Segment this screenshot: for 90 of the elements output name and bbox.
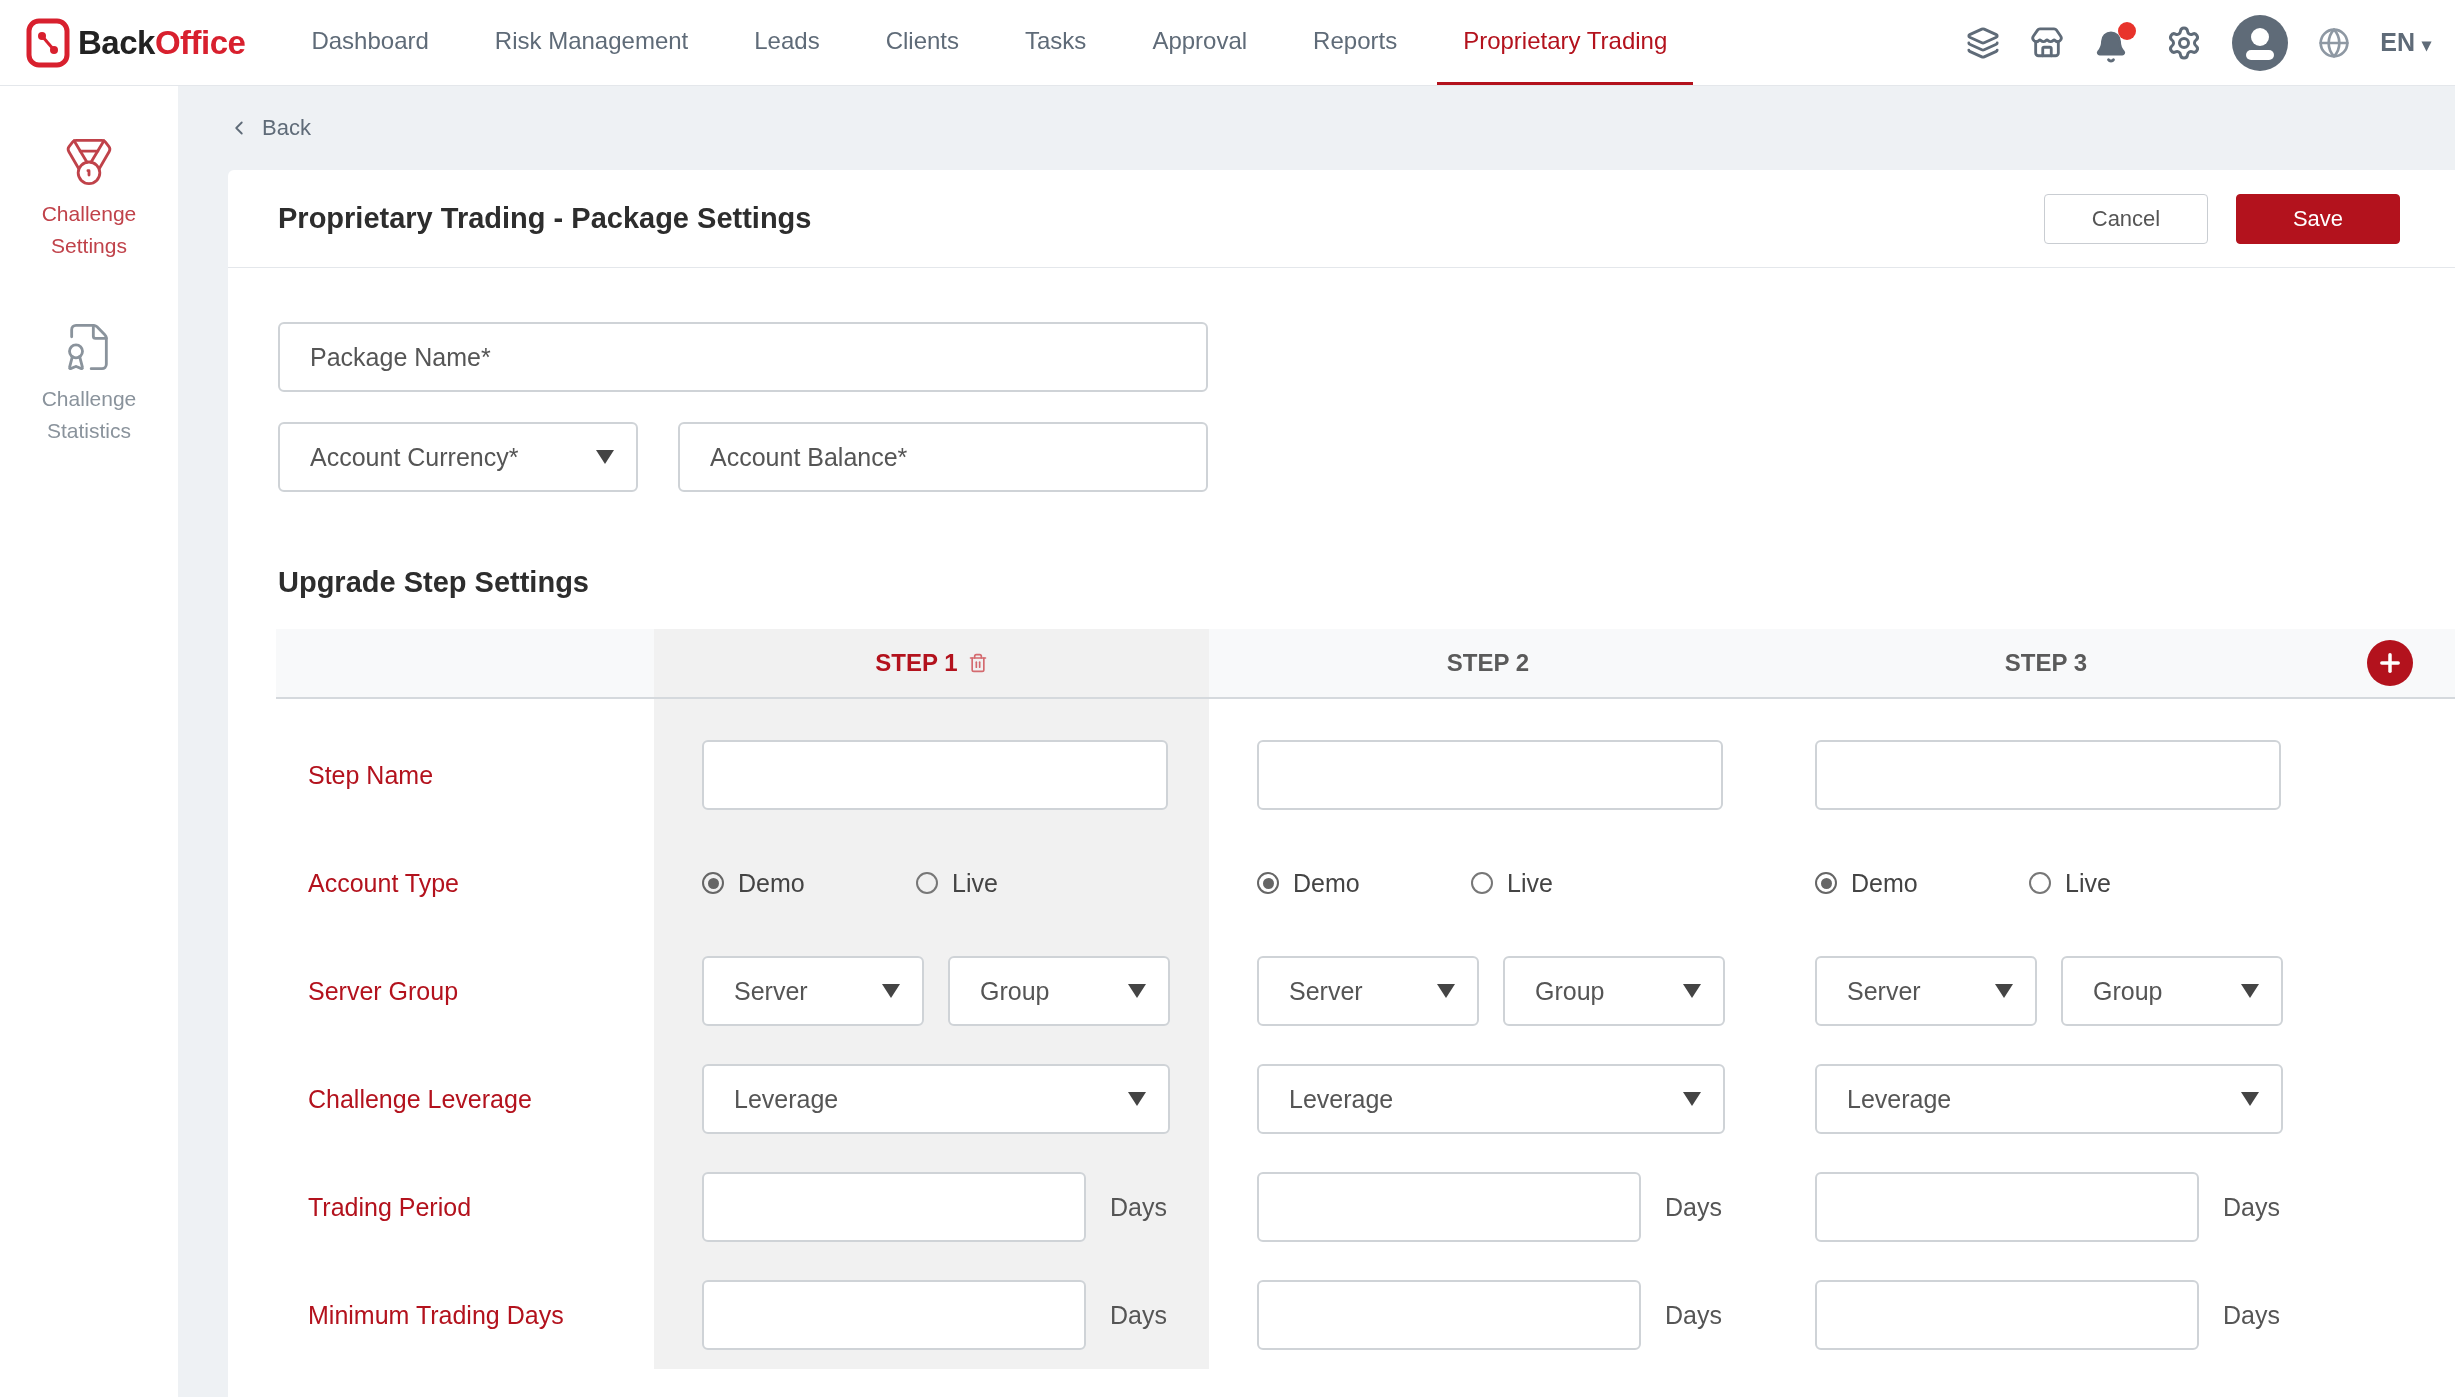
server-select[interactable]: Server <box>702 956 924 1026</box>
days-unit: Days <box>1110 1192 1167 1222</box>
account-type-radio[interactable]: Live <box>1471 868 1661 898</box>
account-type-radio[interactable]: Live <box>916 868 1106 898</box>
account-currency-select[interactable]: Account Currency* <box>278 422 638 492</box>
sidebar-label: Challenge Settings <box>40 201 138 259</box>
logo-text: BackOffice <box>78 23 246 62</box>
server-select[interactable]: Server <box>1815 956 2037 1026</box>
server-select[interactable]: Server <box>1257 956 1479 1026</box>
row-label: Trading Period <box>307 1191 473 1223</box>
language-selector[interactable]: EN ▾ <box>2380 28 2431 57</box>
account-type-radio[interactable]: Demo <box>1815 868 2005 898</box>
sidebar-label: Challenge Statistics <box>40 386 138 444</box>
radio-icon[interactable] <box>916 872 938 894</box>
caret-icon <box>1995 984 2013 998</box>
notification-icon[interactable] <box>2094 21 2137 64</box>
sidebar-item[interactable]: Challenge Settings <box>19 136 159 261</box>
radio-label: Demo <box>1293 868 1360 898</box>
row-label: Server Group <box>307 975 460 1007</box>
group-select[interactable]: Group <box>948 956 1170 1026</box>
nav-tab[interactable]: Leads <box>728 0 846 85</box>
account-type-radio[interactable]: Live <box>2029 868 2219 898</box>
radio-label: Live <box>952 868 998 898</box>
cancel-button[interactable]: Cancel <box>2044 193 2208 244</box>
step-name-field[interactable] <box>1257 740 1723 810</box>
radio-icon[interactable] <box>2029 872 2051 894</box>
step-name-field[interactable] <box>702 740 1168 810</box>
account-type-radio[interactable]: Demo <box>702 868 892 898</box>
radio-icon[interactable] <box>702 872 724 894</box>
radio-label: Demo <box>1851 868 1918 898</box>
caret-icon <box>2241 984 2259 998</box>
page-title: Proprietary Trading - Package Settings <box>278 202 813 235</box>
row-label: Challenge Leverage <box>307 1083 533 1115</box>
caret-icon <box>1683 984 1701 998</box>
step-tab[interactable]: STEP 1 <box>875 649 958 677</box>
store-icon[interactable] <box>2030 25 2065 60</box>
nav-tab[interactable]: Clients <box>859 0 985 85</box>
nav-tab[interactable]: Tasks <box>999 0 1113 85</box>
back-link[interactable]: Back <box>228 86 311 170</box>
row-label: Account Type <box>307 867 461 899</box>
days-field[interactable] <box>1815 1280 2199 1350</box>
radio-label: Live <box>2065 868 2111 898</box>
radio-icon[interactable] <box>1815 872 1837 894</box>
radio-icon[interactable] <box>1471 872 1493 894</box>
step-tab[interactable]: STEP 3 <box>2004 649 2088 677</box>
days-unit: Days <box>1110 1300 1167 1330</box>
days-unit: Days <box>1665 1300 1722 1330</box>
group-select[interactable]: Group <box>1503 956 1725 1026</box>
step-name-field[interactable] <box>1815 740 2281 810</box>
caret-icon <box>596 450 614 464</box>
package-name-field[interactable]: Package Name* <box>278 322 1208 392</box>
radio-label: Demo <box>738 868 805 898</box>
days-unit: Days <box>1665 1192 1722 1222</box>
nav-tab[interactable]: Reports <box>1287 0 1424 85</box>
days-field[interactable] <box>702 1280 1086 1350</box>
caret-icon <box>1437 984 1455 998</box>
leverage-select[interactable]: Leverage <box>1815 1064 2283 1134</box>
row-label: Step Name <box>307 759 435 791</box>
account-type-radio[interactable]: Demo <box>1257 868 1447 898</box>
caret-icon <box>1683 1092 1701 1106</box>
row-label: Minimum Trading Days <box>307 1299 565 1331</box>
days-unit: Days <box>2223 1300 2280 1330</box>
logo-icon <box>26 17 70 68</box>
days-unit: Days <box>2223 1192 2280 1222</box>
nav-tab[interactable]: Approval <box>1126 0 1274 85</box>
globe-icon[interactable] <box>2318 26 2351 59</box>
save-button[interactable]: Save <box>2236 193 2400 244</box>
avatar-icon[interactable] <box>2232 14 2289 71</box>
step-tab[interactable]: STEP 2 <box>1446 649 1530 677</box>
trash-icon[interactable] <box>967 653 988 673</box>
group-select[interactable]: Group <box>2061 956 2283 1026</box>
days-field[interactable] <box>1257 1172 1641 1242</box>
nav-tab[interactable]: Dashboard <box>285 0 455 85</box>
days-field[interactable] <box>1815 1172 2199 1242</box>
leverage-select[interactable]: Leverage <box>702 1064 1170 1134</box>
nav-tab[interactable]: Risk Management <box>468 0 715 85</box>
caret-icon <box>1128 984 1146 998</box>
leverage-select[interactable]: Leverage <box>1257 1064 1725 1134</box>
radio-label: Live <box>1507 868 1553 898</box>
add-step-button[interactable] <box>2367 640 2413 686</box>
caret-icon <box>882 984 900 998</box>
caret-icon <box>2241 1092 2259 1106</box>
radio-icon[interactable] <box>1257 872 1279 894</box>
days-field[interactable] <box>702 1172 1086 1242</box>
days-field[interactable] <box>1257 1280 1641 1350</box>
layers-icon[interactable] <box>1966 25 2001 60</box>
nav-tab[interactable]: Proprietary Trading <box>1437 0 1694 85</box>
account-balance-field[interactable]: Account Balance* <box>678 422 1208 492</box>
section-title: Upgrade Step Settings <box>278 566 590 599</box>
caret-icon <box>1128 1092 1146 1106</box>
